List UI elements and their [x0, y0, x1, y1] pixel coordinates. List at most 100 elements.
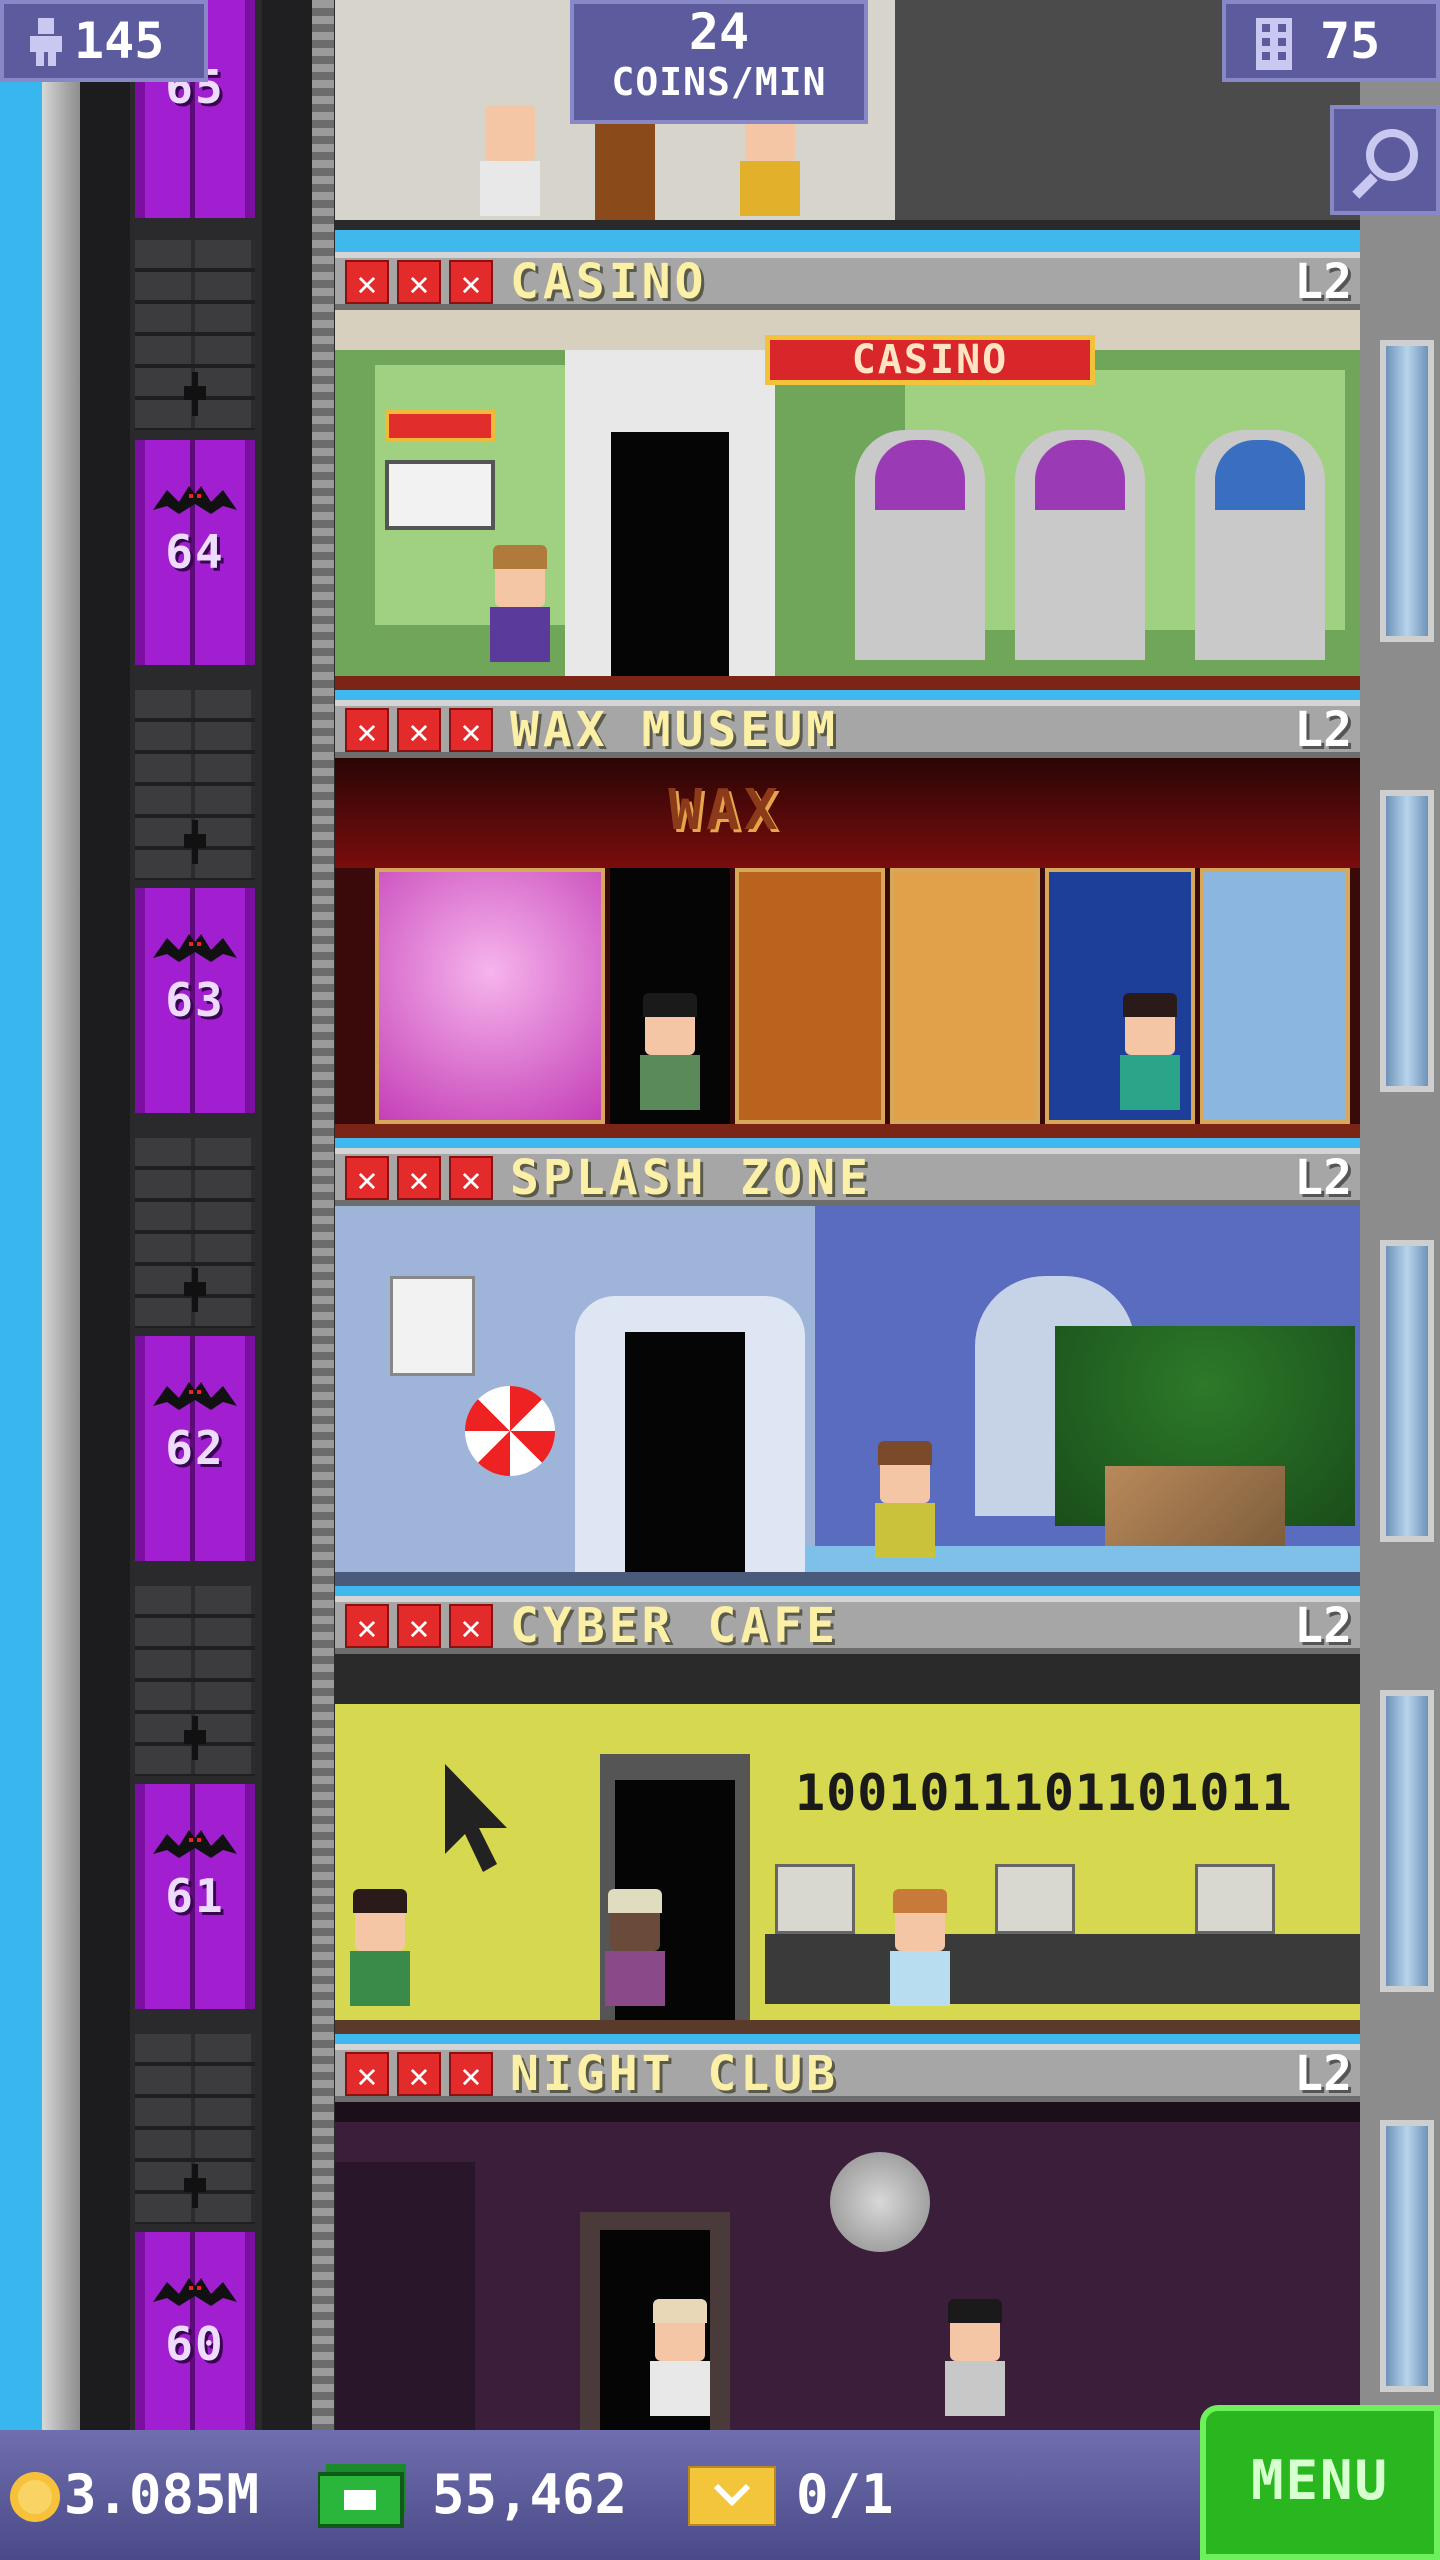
elevator-car-60[interactable]: 60 [135, 2232, 255, 2430]
tower-resident[interactable] [600, 1889, 670, 2020]
bux-balance[interactable]: 55,462 [432, 2460, 627, 2530]
room-door[interactable] [625, 1332, 745, 1572]
side-window [1380, 2120, 1434, 2392]
person-body [945, 2361, 1005, 2416]
slot-top [1215, 440, 1305, 510]
person-body [875, 1503, 935, 1558]
tower-resident[interactable] [885, 1889, 955, 2020]
person-icon [30, 18, 62, 66]
wax-display[interactable] [890, 868, 1040, 1124]
tower-resident[interactable] [645, 2299, 715, 2430]
wax-display[interactable] [375, 868, 605, 1124]
coins-rate-value: 24 [688, 3, 750, 61]
cashier-window [385, 460, 495, 530]
tower-resident[interactable] [1115, 993, 1185, 1124]
person-body [1120, 1055, 1180, 1110]
floor-banner: ✕ ✕ ✕ NIGHT CLUB L2 [335, 2044, 1360, 2102]
floor-level: L2 [1294, 1598, 1352, 1654]
person-body [740, 161, 800, 216]
side-window [1380, 340, 1434, 642]
floor-name: SPLASH ZONE [510, 1150, 872, 1206]
star-empty-icon: ✕ [449, 708, 493, 752]
floor-level: L2 [1294, 702, 1352, 758]
tower-resident[interactable] [475, 105, 545, 230]
room-door[interactable] [611, 432, 729, 676]
elevator-floor-number: 61 [165, 1869, 225, 1923]
floor-counter[interactable]: 75 [1222, 0, 1440, 82]
life-ring-icon [465, 1386, 555, 1476]
tower-resident[interactable] [940, 2299, 1010, 2430]
floor-room[interactable] [335, 1206, 1360, 1586]
tower-resident[interactable] [485, 545, 555, 676]
bux-icon [318, 2464, 406, 2528]
casino-sign: CASINO [765, 335, 1095, 385]
bar-shelves [335, 2162, 475, 2430]
coins-rate-display[interactable]: 24 COINS/MIN [570, 0, 868, 124]
elevator-car-62[interactable]: 62 [135, 1336, 255, 1561]
computer-desks [765, 1934, 1360, 2004]
floor-room[interactable]: 1001011101101011 [335, 1654, 1360, 2034]
star-empty-icon: ✕ [397, 2052, 441, 2096]
elevator-car-63[interactable]: 63 [135, 888, 255, 1113]
bat-icon [153, 486, 237, 514]
elevator-car-61[interactable]: 61 [135, 1784, 255, 2009]
star-empty-icon: ✕ [397, 1156, 441, 1200]
star-empty-icon: ✕ [449, 1604, 493, 1648]
pool-rules-sign [390, 1276, 475, 1376]
shaft-rail-right [262, 0, 312, 2430]
person-hair [878, 1441, 932, 1465]
bat-icon [153, 934, 237, 962]
tower-resident[interactable] [345, 1889, 415, 2020]
side-window [1380, 790, 1434, 1092]
floor-banner: ✕ ✕ ✕ CYBER CAFE L2 [335, 1596, 1360, 1654]
tower-resident[interactable] [635, 993, 705, 1124]
floor-banner: ✕ ✕ ✕ CASINO L2 [335, 252, 1360, 310]
person-hair [653, 2299, 707, 2323]
person-body [350, 1951, 410, 2006]
computer-terminal[interactable] [1195, 1864, 1275, 1934]
computer-terminal[interactable] [775, 1864, 855, 1934]
menu-button[interactable]: MENU [1200, 2405, 1440, 2560]
star-empty-icon: ✕ [345, 1156, 389, 1200]
star-empty-icon: ✕ [449, 1156, 493, 1200]
star-empty-icon: ✕ [397, 1604, 441, 1648]
shaft-rail-left [80, 0, 130, 2430]
person-hair [948, 2299, 1002, 2323]
tower-resident[interactable] [870, 1441, 940, 1572]
floor-name: CYBER CAFE [510, 1598, 839, 1654]
computer-terminal[interactable] [995, 1864, 1075, 1934]
floor-banner: ✕ ✕ ✕ SPLASH ZONE L2 [335, 1148, 1360, 1206]
bat-icon [153, 1382, 237, 1410]
casino-wall-sign [385, 410, 495, 442]
person-body [490, 607, 550, 662]
disco-ball-icon [830, 2152, 930, 2252]
elevator-car-64[interactable]: 64 [135, 440, 255, 665]
floor-banner: ✕ ✕ ✕ WAX MUSEUM L2 [335, 700, 1360, 758]
shaft-ornament-icon [184, 2164, 206, 2208]
floor-room[interactable] [335, 2102, 1360, 2430]
building-icon [1256, 18, 1292, 70]
floor-casino[interactable]: ✕ ✕ ✕ CASINO L2 CASINO [335, 252, 1360, 700]
floor-splash-zone[interactable]: ✕ ✕ ✕ SPLASH ZONE L2 [335, 1148, 1360, 1596]
zoom-button[interactable] [1330, 105, 1440, 215]
floor-level: L2 [1294, 1150, 1352, 1206]
side-window [1380, 1240, 1434, 1542]
population-counter[interactable]: 145 [0, 0, 208, 82]
floor-night-club[interactable]: ✕ ✕ ✕ NIGHT CLUB L2 [335, 2044, 1360, 2430]
coins-balance[interactable]: 3.085M [64, 2460, 259, 2530]
wax-display[interactable] [735, 868, 885, 1124]
floor-wax-museum[interactable]: ✕ ✕ ✕ WAX MUSEUM L2 WAX [335, 700, 1360, 1148]
shaft-ornament-icon [184, 372, 206, 416]
shaft-ornament-icon [184, 820, 206, 864]
cursor-icon [445, 1764, 507, 1872]
elevator-floor-number: 60 [165, 2317, 225, 2371]
floor-room[interactable]: WAX [335, 758, 1360, 1138]
vip-tickets[interactable]: 0/1 [796, 2460, 894, 2530]
wax-display[interactable] [1200, 868, 1350, 1124]
ticket-icon [688, 2466, 776, 2526]
person-hair [353, 1889, 407, 1913]
star-empty-icon: ✕ [449, 260, 493, 304]
floor-room[interactable]: CASINO [335, 310, 1360, 690]
floor-cyber-cafe[interactable]: ✕ ✕ ✕ CYBER CAFE L2 1001011101101011 [335, 1596, 1360, 2044]
tower-edge [42, 0, 80, 2430]
